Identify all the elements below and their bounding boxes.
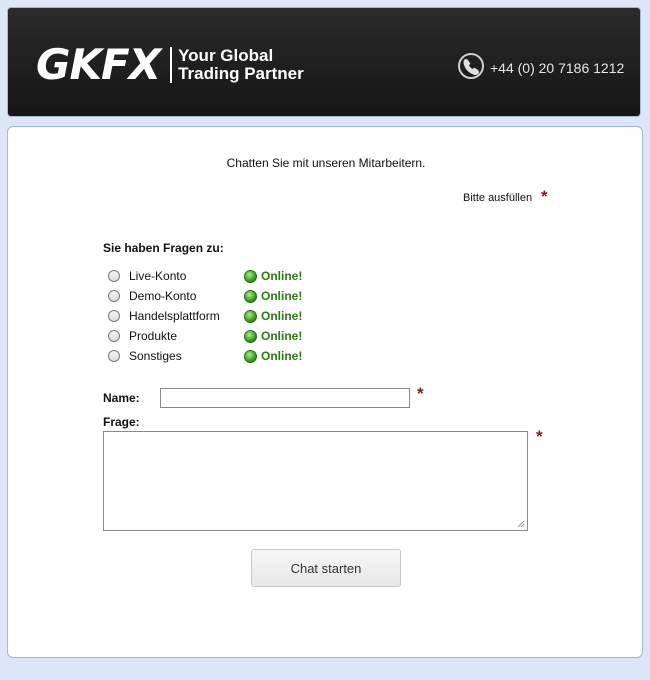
logo-mark: GKFX (36, 40, 161, 89)
status-text: Online! (261, 329, 303, 343)
phone-number: +44 (0) 20 7186 1212 (490, 59, 625, 76)
topic-row-demo-konto: Demo-Konto Online! (108, 286, 302, 306)
required-marker: * (541, 187, 548, 206)
online-dot-icon (244, 329, 257, 343)
logo-tagline: Your Global Trading Partner (178, 47, 304, 83)
status-indicator: Online! (244, 289, 302, 303)
question-label: Frage: (103, 415, 140, 429)
phone-contact: +44 (0) 20 7186 1212 (456, 52, 624, 83)
required-marker: * (417, 384, 424, 403)
topic-row-handelsplattform: Handelsplattform Online! (108, 306, 302, 326)
site-header: GKFX Your Global Trading Partner +44 (0)… (7, 7, 641, 117)
topic-row-produkte: Produkte Online! (108, 326, 302, 346)
topic-row-live-konto: Live-Konto Online! (108, 266, 302, 286)
topic-label: Produkte (129, 329, 178, 343)
resize-grip-icon[interactable] (517, 520, 525, 528)
topic-label: Handelsplattform (129, 309, 220, 323)
questions-title: Sie haben Fragen zu: (103, 241, 224, 255)
status-indicator: Online! (244, 349, 302, 363)
status-text: Online! (261, 309, 303, 323)
gkfx-logo: GKFX Your Global Trading Partner (36, 40, 304, 90)
required-note: Bitte ausfüllen (463, 192, 533, 204)
name-input[interactable] (160, 388, 410, 408)
tagline-line1: Your Global (178, 46, 274, 65)
name-label: Name: (103, 391, 140, 405)
question-textarea[interactable] (103, 431, 528, 531)
topic-radio-handelsplattform[interactable] (108, 310, 120, 322)
chat-start-button[interactable]: Chat starten (251, 549, 401, 587)
online-dot-icon (244, 309, 257, 323)
online-dot-icon (244, 269, 257, 283)
topic-radio-live-konto[interactable] (108, 270, 120, 282)
tagline-line2: Trading Partner (178, 64, 304, 83)
online-dot-icon (244, 349, 257, 363)
chat-form-panel: Chatten Sie mit unseren Mitarbeitern. Bi… (7, 126, 643, 658)
topic-label: Demo-Konto (129, 289, 197, 303)
topic-label: Live-Konto (129, 269, 187, 283)
topic-radio-demo-konto[interactable] (108, 290, 120, 302)
required-marker: * (536, 427, 543, 446)
topic-radio-sonstiges[interactable] (108, 350, 120, 362)
topic-radio-produkte[interactable] (108, 330, 120, 342)
status-indicator: Online! (244, 269, 302, 283)
topic-label: Sonstiges (129, 349, 182, 363)
status-indicator: Online! (244, 329, 302, 343)
online-dot-icon (244, 289, 257, 303)
status-indicator: Online! (244, 309, 302, 323)
logo-divider (170, 47, 173, 83)
topic-row-sonstiges: Sonstiges Online! (108, 346, 302, 366)
status-text: Online! (261, 349, 303, 363)
status-text: Online! (261, 269, 303, 283)
intro-text: Chatten Sie mit unseren Mitarbeitern. (226, 156, 426, 170)
phone-icon (456, 52, 490, 83)
status-text: Online! (261, 289, 303, 303)
